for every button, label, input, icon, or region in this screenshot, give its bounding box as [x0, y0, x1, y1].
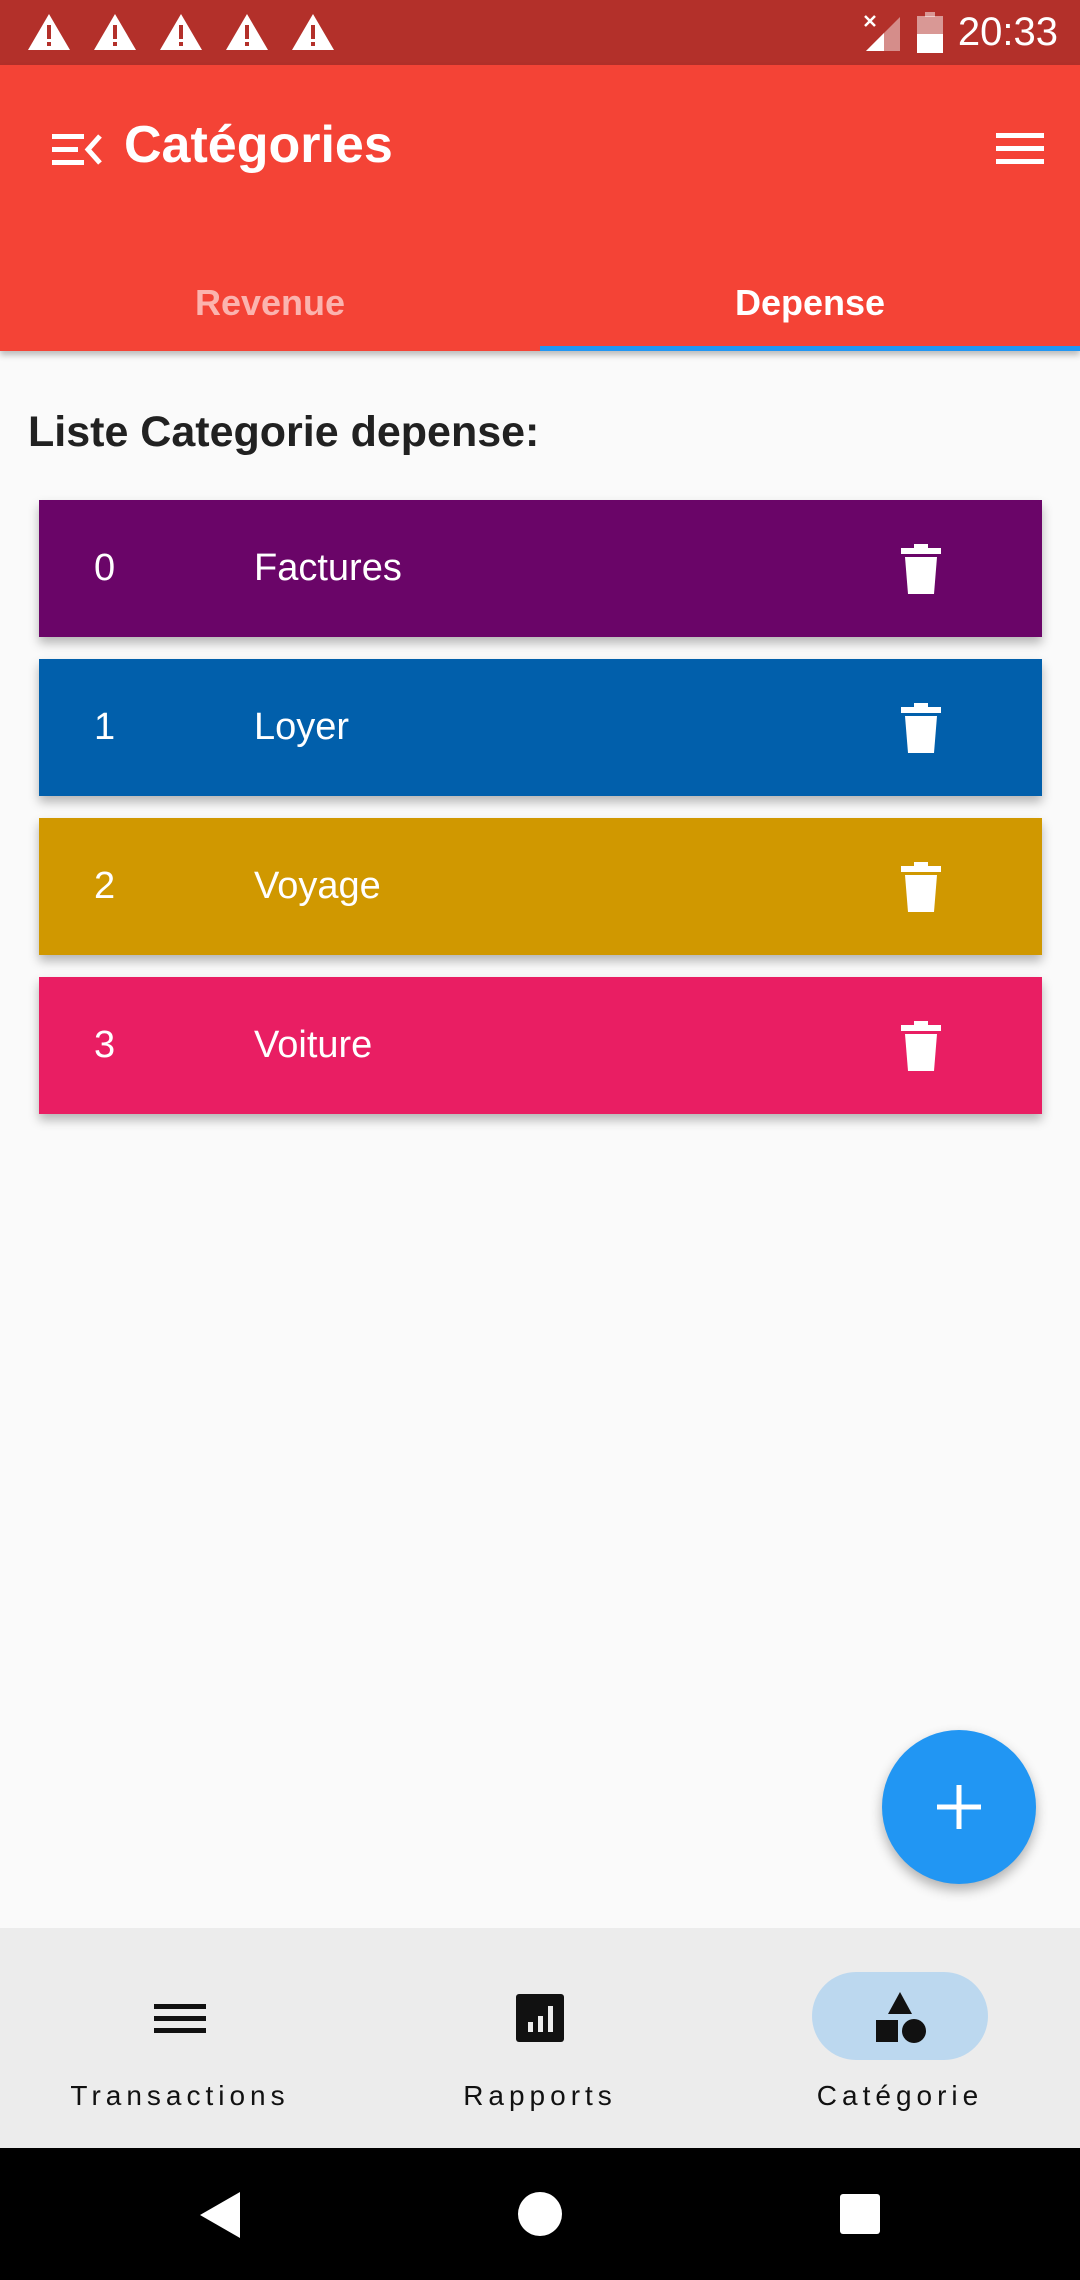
nav-label: Rapports: [463, 2080, 617, 2111]
tab-depense[interactable]: Depense: [540, 255, 1080, 351]
delete-icon[interactable]: [901, 861, 941, 912]
category-name: Voyage: [254, 865, 381, 907]
category-name: Loyer: [254, 706, 350, 748]
battery-icon: [916, 11, 943, 53]
category-index: 1: [94, 706, 116, 748]
nav-item-transactions[interactable]: Transactions: [0, 1928, 360, 2148]
signal-off-icon: [864, 14, 900, 51]
nav-label: Transactions: [70, 2080, 290, 2111]
plus-icon: [937, 1785, 981, 1829]
bottom-navigation: Transactions Rapports Catégorie: [0, 1928, 1080, 2148]
category-card[interactable]: 2 Voyage: [39, 818, 1042, 955]
category-card[interactable]: 3 Voiture: [39, 977, 1042, 1114]
category-name: Factures: [254, 547, 402, 589]
category-card[interactable]: 0 Factures: [39, 500, 1042, 637]
delete-icon[interactable]: [901, 543, 941, 594]
tab-revenue[interactable]: Revenue: [0, 255, 540, 351]
back-icon[interactable]: [196, 2190, 244, 2240]
menu-open-icon[interactable]: [48, 120, 108, 180]
tab-bar: Revenue Depense: [0, 255, 1080, 351]
recents-icon[interactable]: [838, 2192, 882, 2236]
warning-icon: [160, 14, 202, 50]
warning-icon: [226, 14, 268, 50]
category-list: 0 Factures 1 Loyer 2 Voyage 3 Voiture: [39, 500, 1042, 1136]
bar-chart-icon: [516, 1994, 564, 2042]
category-card[interactable]: 1 Loyer: [39, 659, 1042, 796]
category-name: Voiture: [254, 1024, 373, 1066]
system-navigation-bar: [0, 2148, 1080, 2280]
category-index: 0: [94, 547, 116, 589]
warning-icon: [94, 14, 136, 50]
app-bar: Catégories Revenue Depense: [0, 65, 1080, 351]
add-category-button[interactable]: [882, 1730, 1036, 1884]
delete-icon[interactable]: [901, 702, 941, 753]
nav-item-categorie[interactable]: Catégorie: [720, 1928, 1080, 2148]
home-icon[interactable]: [516, 2190, 564, 2238]
category-shapes-icon: [876, 1992, 926, 2043]
list-icon: [154, 2004, 206, 2033]
hamburger-menu-icon[interactable]: [992, 121, 1048, 177]
nav-label: Catégorie: [816, 2080, 984, 2111]
nav-item-rapports[interactable]: Rapports: [360, 1928, 720, 2148]
status-clock: 20:33: [957, 10, 1058, 54]
status-warnings: [26, 12, 336, 52]
delete-icon[interactable]: [901, 1020, 941, 1071]
warning-icon: [292, 14, 334, 50]
category-index: 3: [94, 1024, 116, 1066]
page-title: Catégories: [124, 116, 393, 174]
category-index: 2: [94, 865, 116, 907]
status-bar: 20:33: [0, 0, 1080, 65]
tab-indicator: [540, 346, 1080, 351]
warning-icon: [28, 14, 70, 50]
section-title: Liste Categorie depense:: [28, 408, 540, 456]
